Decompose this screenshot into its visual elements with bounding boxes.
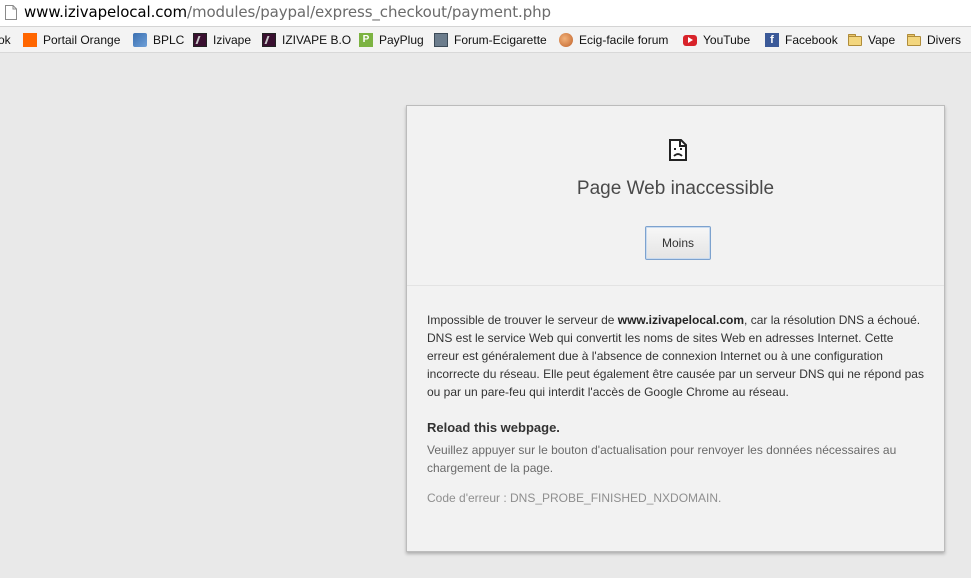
bookmark-label: Forum-Ecigarette [454, 33, 547, 47]
bplc-icon [133, 33, 147, 47]
bookmark-label: BPLC [153, 33, 185, 47]
bookmark-label: Divers [927, 33, 962, 47]
bookmark-label: ok [0, 33, 11, 47]
ecig-icon [559, 33, 573, 47]
description-start: Impossible de trouver le serveur de [427, 313, 618, 327]
url-path: /modules/paypal/express_checkout/payment… [186, 3, 551, 21]
bookmark-youtube[interactable]: YouTube [683, 31, 750, 49]
bookmark-label: Ecig-facile forum [579, 33, 669, 47]
error-code: Code d'erreur : DNS_PROBE_FINISHED_NXDOM… [427, 491, 722, 505]
bookmark-payplug[interactable]: P PayPlug [359, 31, 424, 49]
youtube-icon [683, 34, 697, 46]
description-host: www.izivapelocal.com [617, 313, 745, 327]
folder-icon [907, 33, 921, 47]
error-card: Page Web inaccessible Moins Impossible d… [406, 105, 945, 552]
bookmark-label: Izivape [213, 33, 252, 47]
bookmark-izivape-bo[interactable]: IZIVAPE B.O [262, 31, 351, 49]
error-description: Impossible de trouver le serveur de www.… [427, 311, 927, 401]
sad-page-icon [669, 139, 687, 161]
bookmark-folder-vape[interactable]: Vape [848, 31, 895, 49]
bookmark-label: Facebook [785, 33, 838, 47]
facebook-icon: f [765, 33, 779, 47]
izivape-icon [262, 33, 276, 47]
url-text[interactable]: www.izivapelocal.com/modules/paypal/expr… [24, 3, 551, 21]
error-header: Page Web inaccessible Moins [407, 106, 944, 286]
bookmark-label: PayPlug [379, 33, 424, 47]
less-details-button[interactable]: Moins [645, 226, 711, 260]
bookmark-facebook[interactable]: f Facebook [765, 31, 838, 49]
bookmark-bplc[interactable]: BPLC [133, 31, 184, 49]
page-icon [5, 5, 17, 20]
bookmark-izivape[interactable]: Izivape [193, 31, 251, 49]
bookmark-portail-orange[interactable]: Portail Orange [23, 31, 120, 49]
error-details: Impossible de trouver le serveur de www.… [427, 311, 927, 507]
bookmark-cut-off[interactable]: ok [0, 31, 11, 49]
reload-instructions: Veuillez appuyer sur le bouton d'actuali… [427, 443, 897, 475]
izivape-icon [193, 33, 207, 47]
forum-icon [434, 33, 448, 47]
bookmark-label: IZIVAPE B.O [282, 33, 352, 47]
folder-icon [848, 33, 862, 47]
bookmark-ecig-facile[interactable]: Ecig-facile forum [559, 31, 668, 49]
reload-heading: Reload this webpage. [427, 420, 560, 435]
payplug-icon: P [359, 33, 373, 47]
bookmarks-bar: ok Portail Orange BPLC Izivape IZIVAPE B… [0, 27, 971, 53]
bookmark-label: Portail Orange [43, 33, 121, 47]
bookmark-forum-ecigarette[interactable]: Forum-Ecigarette [434, 31, 547, 49]
bookmark-label: Vape [868, 33, 896, 47]
address-bar[interactable]: www.izivapelocal.com/modules/paypal/expr… [0, 0, 971, 27]
orange-icon [23, 33, 37, 47]
bookmark-folder-divers[interactable]: Divers [907, 31, 961, 49]
url-host: www.izivapelocal.com [24, 3, 187, 21]
bookmark-label: YouTube [703, 33, 751, 47]
error-title: Page Web inaccessible [576, 178, 775, 199]
